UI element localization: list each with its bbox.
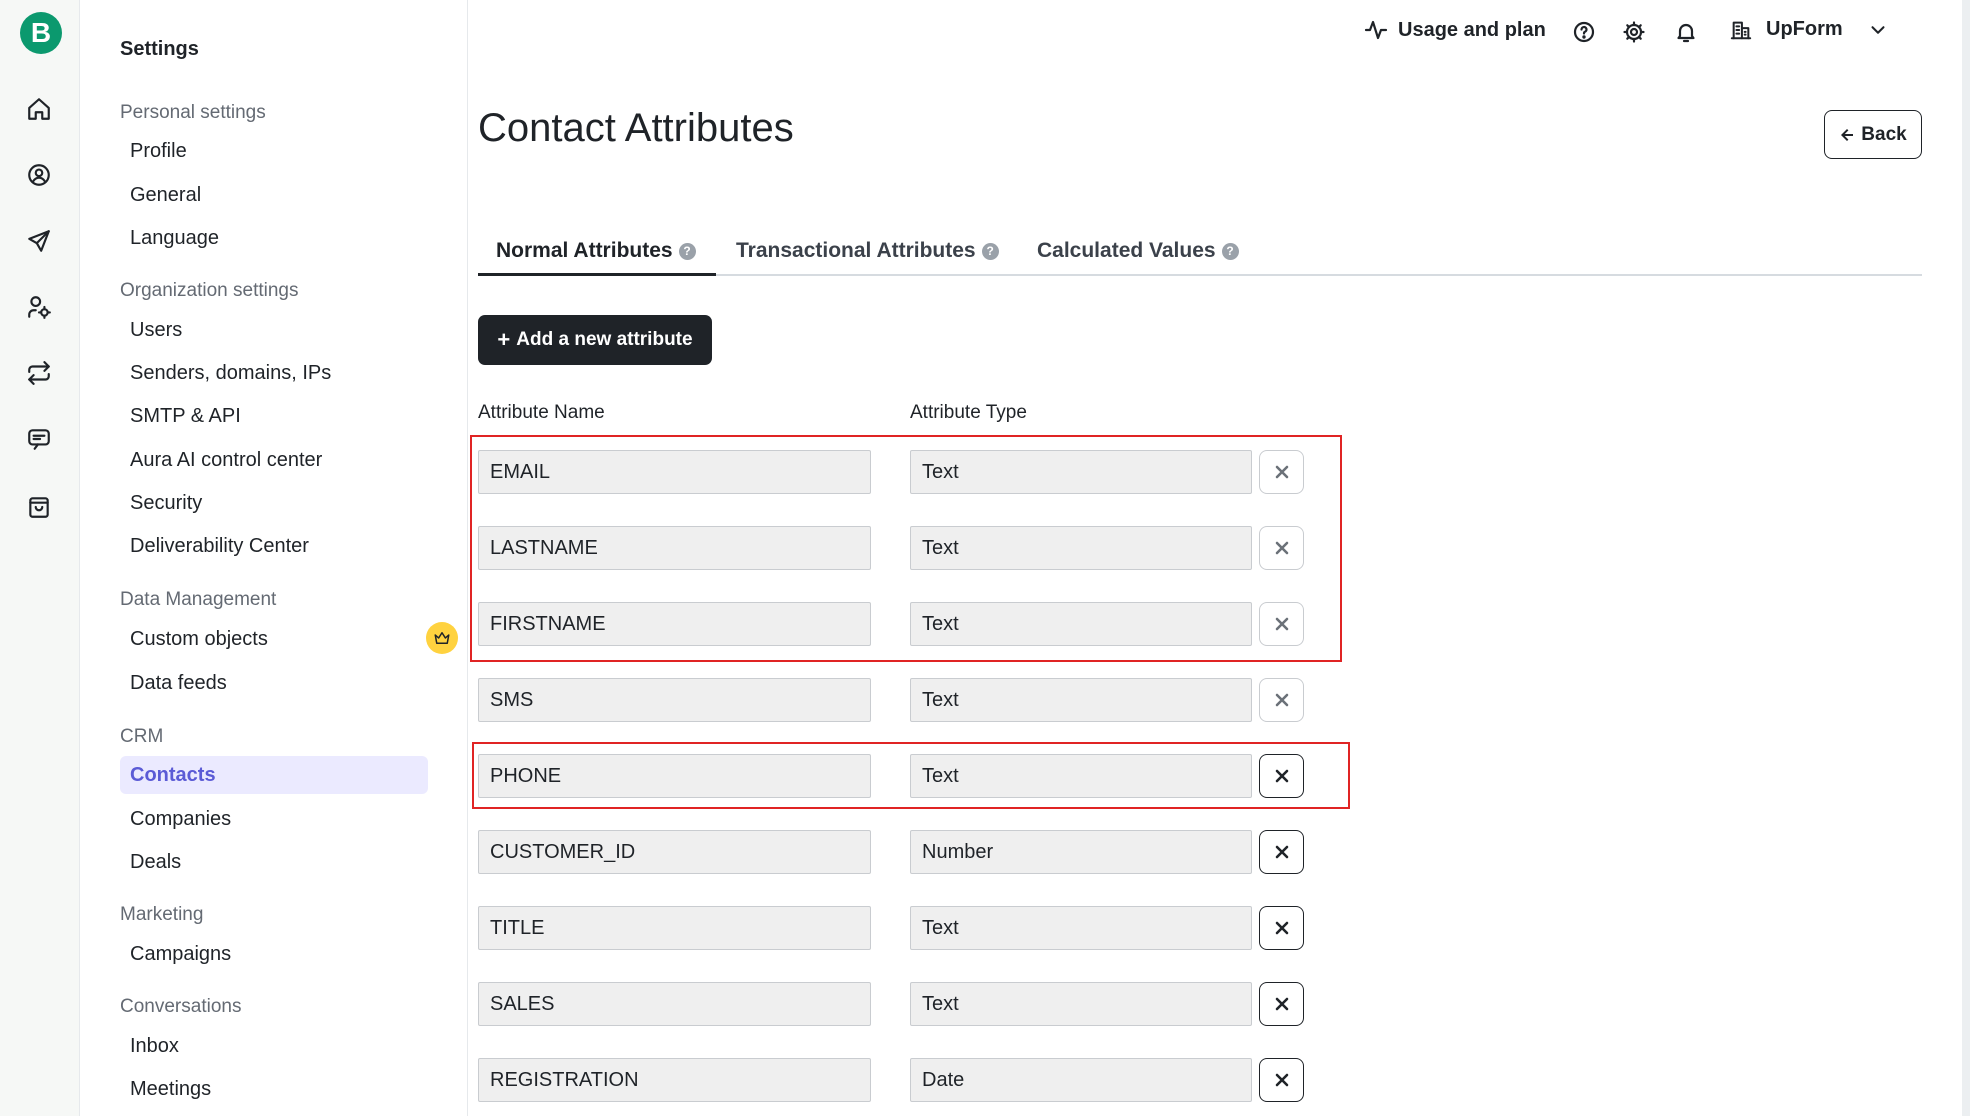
attribute-type-field[interactable]: Number [910, 830, 1252, 874]
sidebar-item-meetings[interactable]: Meetings [120, 1070, 428, 1108]
sidebar-item-deals[interactable]: Deals [120, 843, 428, 881]
sidebar-item-senders[interactable]: Senders, domains, IPs [120, 354, 428, 392]
attribute-name-field[interactable]: TITLE [478, 906, 871, 950]
close-icon [1275, 845, 1288, 859]
automation-icon[interactable] [24, 292, 54, 322]
tab-label: Transactional Attributes [736, 239, 976, 262]
active-tab-indicator [478, 273, 716, 276]
plus-icon: + [497, 327, 511, 352]
add-attribute-button[interactable]: + Add a new attribute [478, 315, 712, 365]
column-header-name: Attribute Name [478, 402, 605, 423]
help-icon[interactable]: ? [678, 242, 696, 260]
arrow-left-icon [1841, 128, 1854, 141]
campaigns-icon[interactable] [24, 226, 54, 256]
close-icon [1275, 1073, 1288, 1087]
back-button[interactable]: Back [1824, 110, 1922, 159]
premium-crown-icon [426, 622, 458, 654]
sidebar-item-security[interactable]: Security [120, 484, 428, 522]
close-icon [1275, 921, 1288, 935]
attribute-name-field[interactable]: REGISTRATION [478, 1058, 871, 1102]
attribute-tabs: Normal Attributes ? Transactional Attrib… [478, 220, 1922, 276]
sidebar-item-campaigns[interactable]: Campaigns [120, 935, 428, 973]
conversations-icon[interactable] [24, 424, 54, 454]
usage-and-plan-link[interactable]: Usage and plan [1364, 18, 1546, 42]
delete-attribute-button[interactable] [1259, 1058, 1304, 1102]
tab-label: Normal Attributes [496, 239, 673, 262]
gear-icon[interactable] [1620, 18, 1648, 46]
delete-attribute-button[interactable] [1259, 982, 1304, 1026]
sidebar-item-companies[interactable]: Companies [120, 800, 428, 838]
sidebar-item-contacts[interactable]: Contacts [120, 756, 428, 794]
tab-calculated-values[interactable]: Calculated Values ? [1037, 232, 1239, 270]
sidebar-title: Settings [120, 38, 199, 60]
sidebar-item-label: Custom objects [130, 627, 268, 650]
section-heading-data: Data Management [120, 589, 277, 610]
sidebar-item-users[interactable]: Users [120, 311, 428, 349]
sidebar-item-custom-objects[interactable]: Custom objects [120, 620, 458, 658]
close-icon [1275, 693, 1288, 707]
transactional-icon[interactable] [24, 358, 54, 388]
app-rail: B [0, 0, 80, 1116]
building-icon [1730, 21, 1752, 39]
sidebar-item-deliverability[interactable]: Deliverability Center [120, 527, 428, 565]
sidebar-item-language[interactable]: Language [120, 219, 428, 257]
home-icon[interactable] [24, 94, 54, 124]
attribute-name-field[interactable]: SMS [478, 678, 871, 722]
commerce-icon[interactable] [24, 492, 54, 522]
contacts-icon[interactable] [24, 160, 54, 190]
organization-switcher[interactable]: UpForm [1730, 18, 1889, 41]
highlight-box-phone-attribute [472, 742, 1350, 809]
attribute-name-field[interactable]: SALES [478, 982, 871, 1026]
section-heading-crm: CRM [120, 726, 164, 747]
column-header-type: Attribute Type [910, 402, 1027, 423]
add-label: Add a new attribute [516, 329, 693, 350]
usage-label: Usage and plan [1398, 18, 1546, 41]
delete-attribute-button[interactable] [1259, 906, 1304, 950]
sidebar-item-smtp-api[interactable]: SMTP & API [120, 397, 428, 435]
close-icon [1275, 997, 1288, 1011]
section-heading-organization: Organization settings [120, 280, 299, 301]
section-heading-conversations: Conversations [120, 996, 242, 1017]
help-icon[interactable]: ? [981, 242, 999, 260]
page-title: Contact Attributes [478, 106, 794, 150]
delete-attribute-button[interactable] [1259, 830, 1304, 874]
sidebar-item-general[interactable]: General [120, 176, 428, 214]
sidebar-item-inbox[interactable]: Inbox [120, 1027, 428, 1065]
org-name: UpForm [1766, 18, 1843, 40]
tab-transactional-attributes[interactable]: Transactional Attributes ? [736, 232, 999, 270]
attribute-name-field[interactable]: CUSTOMER_ID [478, 830, 871, 874]
sidebar-item-profile[interactable]: Profile [120, 132, 428, 170]
sidebar-item-data-feeds[interactable]: Data feeds [120, 664, 428, 702]
settings-sidebar: Settings Personal settings Profile Gener… [80, 0, 468, 1116]
scrollbar[interactable] [1962, 0, 1970, 1116]
attribute-type-field[interactable]: Text [910, 678, 1252, 722]
tab-normal-attributes[interactable]: Normal Attributes ? [496, 232, 696, 270]
section-heading-marketing: Marketing [120, 904, 204, 925]
sidebar-item-aura-ai[interactable]: Aura AI control center [120, 441, 428, 479]
brand-logo[interactable]: B [20, 12, 62, 54]
help-icon[interactable]: ? [1221, 242, 1239, 260]
attribute-type-field[interactable]: Text [910, 982, 1252, 1026]
bell-icon[interactable] [1672, 18, 1700, 46]
attribute-type-field[interactable]: Text [910, 906, 1252, 950]
back-label: Back [1861, 123, 1907, 145]
help-icon[interactable] [1570, 18, 1598, 46]
section-heading-personal: Personal settings [120, 102, 266, 123]
activity-icon [1364, 20, 1388, 40]
chevron-down-icon [1871, 25, 1885, 34]
top-bar: Usage and plan UpForm [468, 0, 1970, 66]
highlight-box-required-attributes [470, 435, 1342, 662]
attribute-type-field[interactable]: Date [910, 1058, 1252, 1102]
delete-attribute-button[interactable] [1259, 678, 1304, 722]
tab-label: Calculated Values [1037, 239, 1216, 262]
